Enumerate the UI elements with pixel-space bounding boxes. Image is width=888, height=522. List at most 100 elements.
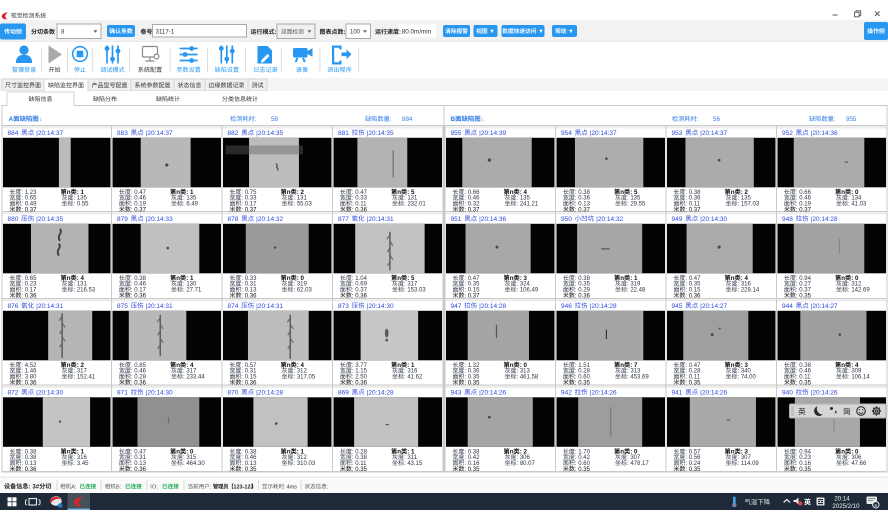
svg-text:: 0.36: : 0.36 bbox=[241, 293, 257, 299]
svg-text:|20:14:35: |20:14:35 bbox=[256, 130, 283, 137]
svg-text::: : bbox=[390, 116, 392, 123]
svg-text:: 0.36: : 0.36 bbox=[131, 293, 147, 299]
svg-text:n: n bbox=[287, 449, 291, 456]
svg-text:874: 874 bbox=[228, 303, 241, 310]
svg-text:n: n bbox=[287, 362, 291, 369]
svg-text:: 0.36: : 0.36 bbox=[21, 293, 37, 299]
svg-text:: 0.36: : 0.36 bbox=[241, 380, 257, 386]
svg-text:: 47.66: : 47.66 bbox=[848, 461, 867, 467]
svg-text:: 142.69: : 142.69 bbox=[848, 288, 870, 294]
svg-text:|20:14:26: |20:14:26 bbox=[700, 389, 727, 396]
svg-text:20:14: 20:14 bbox=[834, 495, 850, 502]
svg-text:881: 881 bbox=[338, 130, 351, 137]
svg-text::: : bbox=[399, 30, 401, 36]
svg-text:: 106.49: : 106.49 bbox=[517, 288, 539, 294]
svg-text:: 0.37: : 0.37 bbox=[21, 207, 37, 213]
svg-text:n: n bbox=[510, 362, 514, 369]
svg-text:: 6.49: : 6.49 bbox=[183, 202, 199, 208]
svg-text:n: n bbox=[510, 275, 514, 282]
svg-text:949: 949 bbox=[672, 216, 685, 223]
svg-text:: 0.35: : 0.35 bbox=[796, 467, 812, 473]
svg-text:: 232.01: : 232.01 bbox=[404, 202, 426, 208]
svg-text:: 55.03: : 55.03 bbox=[294, 202, 313, 208]
svg-text:943: 943 bbox=[451, 389, 464, 396]
svg-text:: 3.45: : 3.45 bbox=[74, 461, 90, 467]
svg-text:950: 950 bbox=[561, 216, 574, 223]
svg-text:n: n bbox=[67, 362, 71, 369]
svg-text:|20:14:31: |20:14:31 bbox=[367, 216, 394, 223]
svg-text:: 0.35: : 0.35 bbox=[685, 380, 701, 386]
svg-text:2025/2/10: 2025/2/10 bbox=[832, 503, 860, 510]
svg-text:100: 100 bbox=[350, 30, 361, 36]
svg-text:n: n bbox=[176, 449, 180, 456]
svg-text:n: n bbox=[841, 449, 845, 456]
svg-text:877: 877 bbox=[338, 216, 351, 223]
svg-text:: 0.36: : 0.36 bbox=[21, 380, 37, 386]
svg-text:n: n bbox=[397, 449, 401, 456]
svg-text:: 0.37: : 0.37 bbox=[464, 207, 480, 213]
svg-text:: 157.03: : 157.03 bbox=[738, 202, 760, 208]
svg-text:n: n bbox=[841, 362, 845, 369]
svg-text:879: 879 bbox=[117, 216, 130, 223]
svg-text:▼: ▼ bbox=[567, 29, 574, 35]
svg-text:n: n bbox=[731, 362, 735, 369]
svg-text:: 0.37: : 0.37 bbox=[685, 207, 701, 213]
svg-text::: : bbox=[28, 483, 30, 490]
svg-text::: : bbox=[344, 30, 346, 36]
svg-text:946: 946 bbox=[561, 303, 574, 310]
svg-text:n: n bbox=[397, 362, 401, 369]
svg-text:▼: ▼ bbox=[488, 29, 495, 35]
svg-text:|20:14:35: |20:14:35 bbox=[36, 216, 63, 223]
svg-text:: 0.36: : 0.36 bbox=[131, 380, 147, 386]
svg-text:: 0.37: : 0.37 bbox=[575, 207, 591, 213]
svg-text:|20:14:30: |20:14:30 bbox=[700, 216, 727, 223]
svg-text:n: n bbox=[620, 189, 624, 196]
svg-text:: 27.71: : 27.71 bbox=[183, 288, 202, 294]
svg-text:871: 871 bbox=[117, 389, 130, 396]
svg-text:951: 951 bbox=[451, 216, 464, 223]
svg-text:: 317.05: : 317.05 bbox=[294, 375, 316, 381]
svg-text:A:: A: bbox=[71, 484, 77, 490]
svg-text:: 0.35: : 0.35 bbox=[575, 467, 591, 473]
svg-text:: 0.35: : 0.35 bbox=[352, 467, 368, 473]
svg-text:955: 955 bbox=[451, 130, 464, 137]
svg-text:A: A bbox=[9, 116, 14, 123]
svg-text:n: n bbox=[841, 275, 845, 282]
svg-text:n: n bbox=[731, 449, 735, 456]
svg-text:: 461.58: : 461.58 bbox=[517, 375, 539, 381]
svg-text:n: n bbox=[287, 275, 291, 282]
svg-text::: : bbox=[697, 116, 699, 123]
svg-text:880: 880 bbox=[8, 216, 21, 223]
svg-text:882: 882 bbox=[228, 130, 241, 137]
svg-text:954: 954 bbox=[561, 130, 574, 137]
svg-text:876: 876 bbox=[8, 303, 21, 310]
svg-text:n: n bbox=[176, 275, 180, 282]
svg-text:123-123: 123-123 bbox=[233, 484, 253, 490]
svg-text:n: n bbox=[397, 275, 401, 282]
svg-text:3117-1: 3117-1 bbox=[156, 29, 175, 36]
svg-text:n: n bbox=[841, 189, 845, 196]
svg-text:: 0.36: : 0.36 bbox=[575, 293, 591, 299]
svg-text:875: 875 bbox=[117, 303, 130, 310]
svg-text:n: n bbox=[287, 189, 291, 196]
svg-text:: 0.37: : 0.37 bbox=[796, 207, 812, 213]
svg-text:▼: ▼ bbox=[536, 29, 543, 35]
svg-text:: 228.14: : 228.14 bbox=[738, 288, 760, 294]
svg-text:n: n bbox=[67, 449, 71, 456]
svg-text:: 43.15: : 43.15 bbox=[404, 461, 423, 467]
svg-text:|20:14:28: |20:14:28 bbox=[479, 303, 506, 310]
svg-text:n: n bbox=[176, 362, 180, 369]
svg-text:n: n bbox=[176, 189, 180, 196]
svg-text:878: 878 bbox=[228, 216, 241, 223]
svg-text:|20:14:30: |20:14:30 bbox=[146, 389, 173, 396]
svg-text:|20:14:27: |20:14:27 bbox=[811, 303, 838, 310]
svg-text:|20:14:36: |20:14:36 bbox=[811, 130, 838, 137]
svg-text:|20:14:37: |20:14:37 bbox=[146, 130, 173, 137]
svg-text::: : bbox=[255, 116, 257, 123]
svg-text:58: 58 bbox=[271, 116, 278, 123]
svg-text:|20:14:28: |20:14:28 bbox=[590, 303, 617, 310]
svg-text:|20:14:37: |20:14:37 bbox=[590, 130, 617, 137]
svg-text:: 0.35: : 0.35 bbox=[796, 380, 812, 386]
svg-text:945: 945 bbox=[672, 303, 685, 310]
svg-text:884: 884 bbox=[8, 130, 21, 137]
